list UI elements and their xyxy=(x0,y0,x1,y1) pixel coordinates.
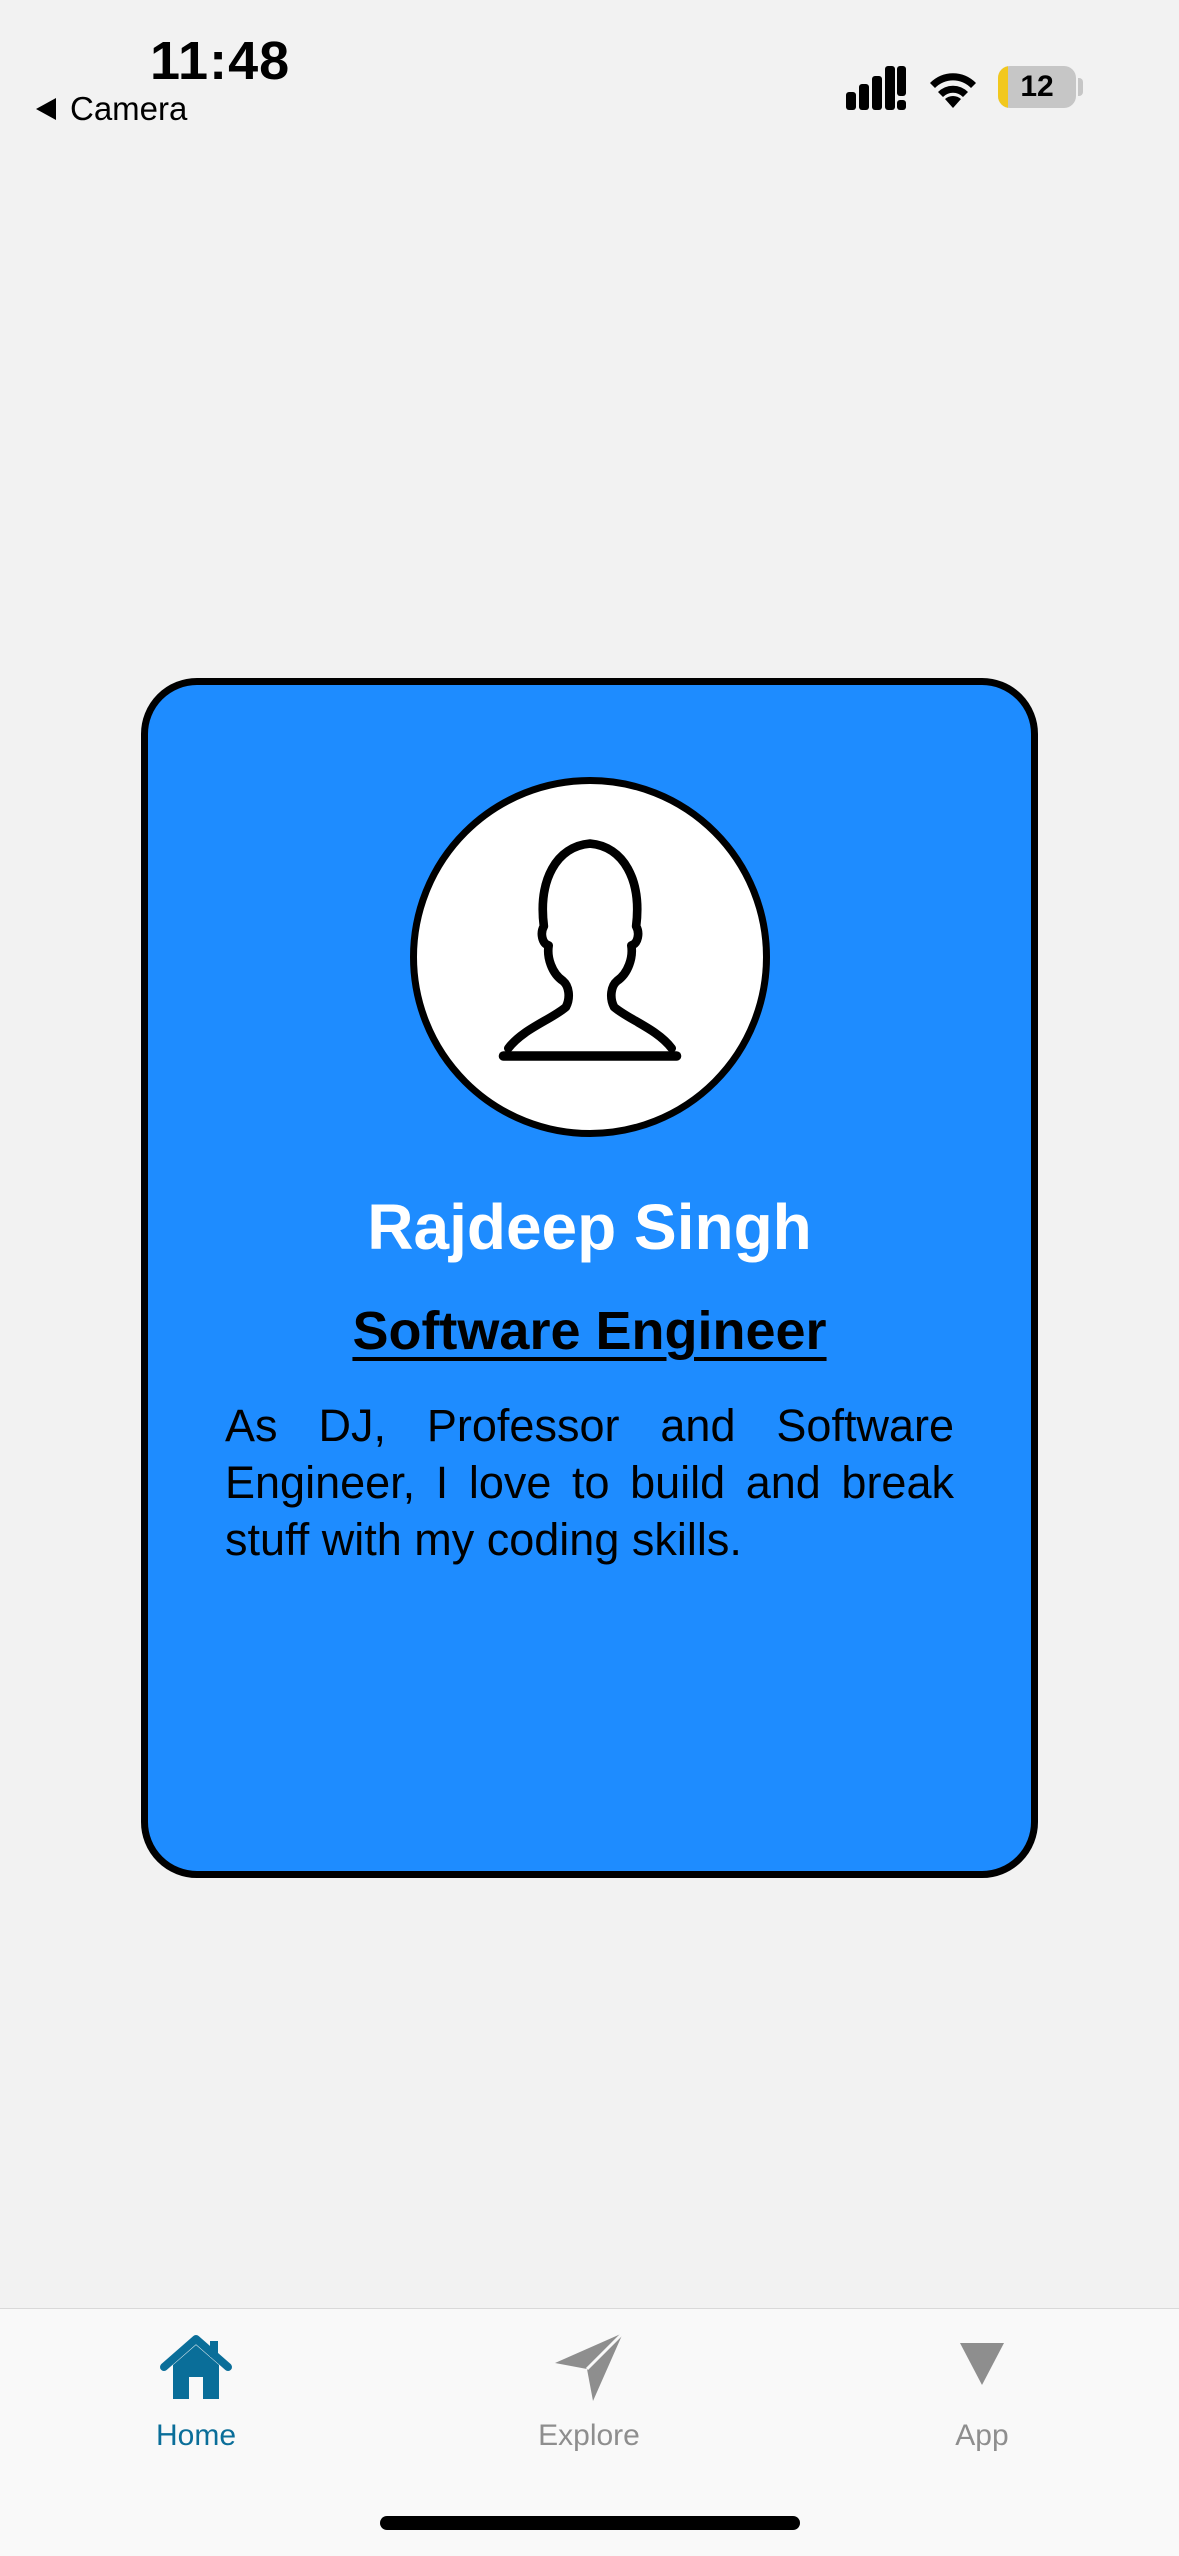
tab-home-label: Home xyxy=(155,2419,237,2452)
back-arrow-icon xyxy=(36,98,56,120)
paper-plane-icon xyxy=(555,2331,625,2401)
tab-explore-label: Explore xyxy=(538,2419,640,2452)
tab-explore[interactable]: Explore xyxy=(469,2329,709,2469)
avatar xyxy=(410,777,770,1137)
profile-role: Software Engineer xyxy=(352,1301,827,1361)
tab-app-label: App xyxy=(955,2419,1009,2452)
home-indicator[interactable] xyxy=(380,2516,800,2530)
tab-home[interactable]: Home xyxy=(76,2329,316,2469)
profile-bio: As DJ, Professor and Software Engineer, … xyxy=(225,1400,954,1565)
profile-card: Rajdeep Singh Software Engineer As DJ, P… xyxy=(141,678,1038,1878)
battery-cap xyxy=(1078,78,1083,96)
status-time: 11:48 xyxy=(150,31,291,91)
triangle-down-icon xyxy=(960,2343,1004,2385)
home-icon xyxy=(160,2335,232,2399)
battery-indicator: 12 xyxy=(998,66,1076,108)
wifi-icon xyxy=(930,73,976,108)
battery-percent: 12 xyxy=(1020,70,1054,103)
back-to-camera-link[interactable]: Camera xyxy=(36,90,187,128)
back-label: Camera xyxy=(70,90,188,127)
cellular-signal-icon xyxy=(846,66,906,110)
profile-name: Rajdeep Singh xyxy=(367,1191,812,1263)
screen: 11:48 Camera 12 Rajdeep Singh Software E… xyxy=(0,0,1179,2556)
person-silhouette-icon xyxy=(498,839,682,1061)
tab-app[interactable]: App xyxy=(862,2329,1102,2469)
